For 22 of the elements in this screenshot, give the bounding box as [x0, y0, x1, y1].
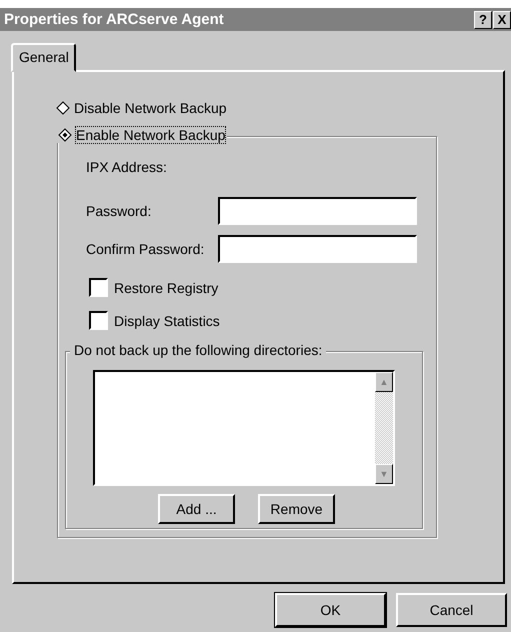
tab[interactable]: General — [11, 43, 76, 72]
password-field[interactable] — [218, 197, 417, 225]
field-label: Password: — [86, 203, 152, 219]
radio-button[interactable]: Enable Network Backup — [56, 127, 228, 143]
field-label: Confirm Password: — [86, 241, 206, 257]
checkbox-label: Display Statistics — [114, 312, 220, 328]
add-button[interactable]: Add ... — [158, 494, 235, 524]
radio-button[interactable]: Disable Network Backup — [54, 100, 229, 116]
checkbox[interactable] — [89, 311, 108, 330]
password-field[interactable] — [218, 235, 417, 263]
cancel-button[interactable]: Cancel — [396, 593, 507, 627]
remove-button[interactable]: Remove — [258, 494, 335, 524]
checkbox[interactable] — [89, 278, 108, 297]
ok-button[interactable]: OK — [275, 593, 386, 627]
ipx-address-label: IPX Address: — [86, 159, 168, 175]
window-title: Properties for ARCserve Agent — [4, 11, 224, 28]
help-button[interactable]: ? — [474, 10, 492, 28]
radio-diamond-icon — [56, 101, 70, 115]
radio-diamond-icon — [58, 128, 72, 142]
checkbox-label: Restore Registry — [114, 280, 218, 296]
group-title: Do not back up the following directories: — [70, 342, 326, 358]
close-button[interactable]: X — [493, 10, 511, 28]
